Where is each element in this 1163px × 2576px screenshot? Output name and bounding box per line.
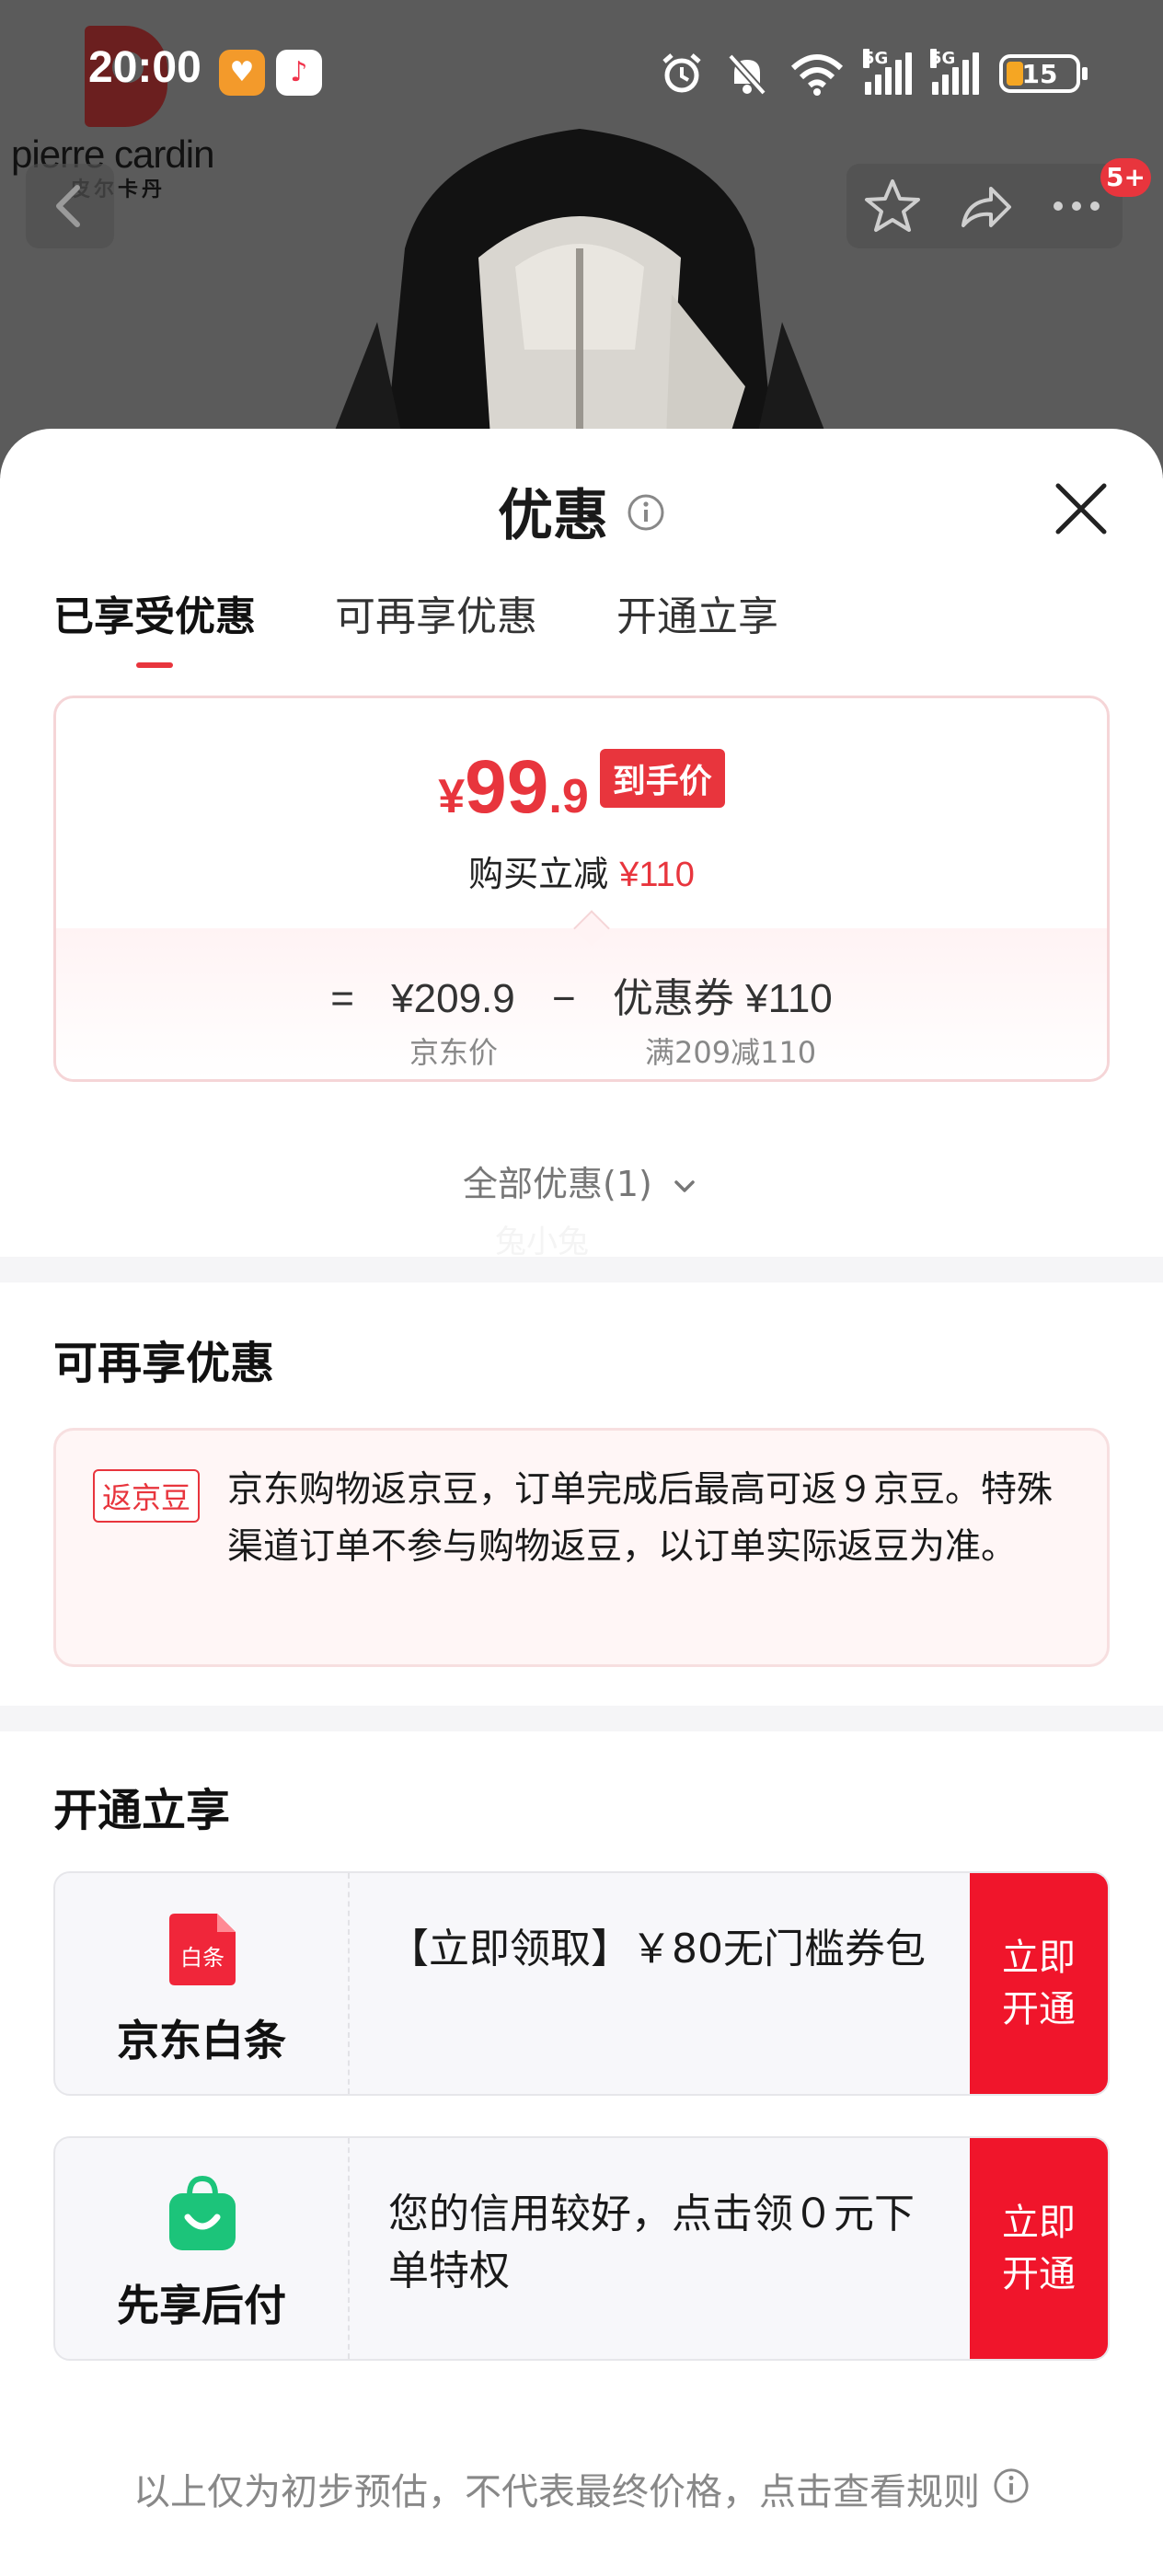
message-count-badge: 5+ <box>1100 158 1151 197</box>
price-card: ¥99.9 到手价 购买立减 ¥110 = ¥209.9 − 优惠券 ¥110 京… <box>53 696 1110 1082</box>
coupon-label: 优惠券 <box>612 976 734 1021</box>
jingdou-rebate-text: 京东购物返京豆，订单完成后最高可返９京豆。特殊渠道订单不参与购物返豆，以订单实际… <box>227 1469 1054 1568</box>
status-icons: 5G 5G 15 <box>659 46 1088 101</box>
discount-value: ¥110 <box>619 856 695 894</box>
baitiao-icon-text: 白条 <box>180 1945 225 1971</box>
product-jacket-image <box>316 129 844 478</box>
signal-2-icon: 5G <box>930 49 979 95</box>
offers-sheet: 优惠 已享受优惠 可再享优惠 开通立享 ¥99.9 到手价 购买立减 ¥110 =… <box>0 429 1163 2576</box>
open-enjoy-heading: 开通立享 <box>53 1785 231 1836</box>
all-offers-label: 全部优惠(1) <box>463 1164 652 1204</box>
baitiao-open-button[interactable]: 立即开通 <box>970 1873 1108 2094</box>
product-image-area: pierre cardin 皮尔卡丹 20:00 ♥ ♪ 5G 5G 15 5+ <box>0 0 1163 478</box>
chevron-down-icon <box>674 1179 695 1192</box>
notification-app-icon: ♥ <box>219 50 265 96</box>
more-offers-heading: 可再享优惠 <box>53 1338 275 1389</box>
wifi-icon <box>790 54 844 96</box>
jd-price-caption: 京东价 <box>409 1035 499 1070</box>
final-price: ¥99.9 到手价 <box>56 744 1107 831</box>
close-icon[interactable] <box>1049 477 1113 541</box>
tab-more-offers[interactable]: 可再享优惠 <box>335 583 537 668</box>
formula-minus: − <box>551 976 576 1021</box>
price-decimal: .9 <box>548 770 589 823</box>
coupon-value: ¥110 <box>745 976 833 1021</box>
info-icon[interactable] <box>627 481 665 546</box>
tab-open-enjoy[interactable]: 开通立享 <box>616 583 778 668</box>
battery-level: 15 <box>1021 58 1058 89</box>
alarm-icon <box>662 53 701 93</box>
price-currency: ¥ <box>438 770 466 823</box>
pay-later-open-button[interactable]: 立即开通 <box>970 2138 1108 2359</box>
jingdou-rebate-tag: 返京豆 <box>93 1469 201 1523</box>
music-app-icon: ♪ <box>276 50 322 96</box>
shopping-bag-icon <box>169 2175 236 2250</box>
price-formula: = ¥209.9 − 优惠券 ¥110 <box>56 965 1107 1024</box>
more-dots-icon[interactable] <box>1044 174 1109 238</box>
share-icon[interactable] <box>952 174 1017 238</box>
pay-later-offer-text: 您的信用较好，点击领０元下单特权 <box>388 2191 915 2294</box>
pay-later-name: 先享后付 <box>117 2281 286 2330</box>
section-divider <box>0 1706 1163 1731</box>
section-divider <box>0 1257 1163 1282</box>
signal-1-icon: 5G <box>863 49 912 95</box>
status-time: 20:00 <box>88 43 202 92</box>
sheet-title: 优惠 <box>0 471 1163 551</box>
discount-label: 购买立减 <box>468 854 609 894</box>
back-button[interactable] <box>26 164 114 248</box>
all-offers-toggle[interactable]: 全部优惠(1) <box>0 1156 1163 1206</box>
rules-note-text: 以上仅为初步预估，不代表最终价格，点击查看规则 <box>133 2471 980 2513</box>
jingdou-rebate-box: 返京豆 京东购物返京豆，订单完成后最高可返９京豆。特殊渠道订单不参与购物返豆，以… <box>53 1428 1110 1667</box>
top-action-group <box>846 164 1123 248</box>
chevron-left-icon <box>56 185 80 227</box>
coupon-caption: 满209减110 <box>645 1035 817 1070</box>
mute-bell-icon <box>728 53 766 96</box>
status-bar: 20:00 ♥ ♪ 5G 5G 15 <box>0 37 1163 110</box>
pay-later-card[interactable]: 先享后付 您的信用较好，点击领０元下单特权 立即开通 <box>53 2136 1110 2361</box>
price-integer: 99 <box>465 745 549 829</box>
discount-summary: 购买立减 ¥110 <box>56 845 1107 896</box>
rules-note[interactable]: 以上仅为初步预估，不代表最终价格，点击查看规则 <box>0 2462 1163 2517</box>
favorite-star-icon[interactable] <box>860 174 925 238</box>
tab-enjoyed[interactable]: 已享受优惠 <box>53 583 256 668</box>
watermark-text: 兔小兔 <box>495 1224 589 1260</box>
baitiao-name: 京东白条 <box>117 2016 286 2065</box>
baitiao-icon: 白条 <box>169 1914 236 1985</box>
rules-info-icon[interactable] <box>993 2467 1030 2513</box>
battery-icon: 15 <box>999 54 1088 93</box>
final-price-tag: 到手价 <box>599 749 725 808</box>
baitiao-offer-text: 【立即领取】￥80无门槛券包 <box>388 1926 926 1972</box>
jd-price: ¥209.9 <box>391 976 515 1021</box>
baitiao-card[interactable]: 白条 京东白条 【立即领取】￥80无门槛券包 立即开通 <box>53 1871 1110 2096</box>
formula-equals: = <box>330 976 354 1021</box>
offer-tabs: 已享受优惠 可再享优惠 开通立享 <box>53 583 778 668</box>
sheet-title-text: 优惠 <box>498 484 608 548</box>
